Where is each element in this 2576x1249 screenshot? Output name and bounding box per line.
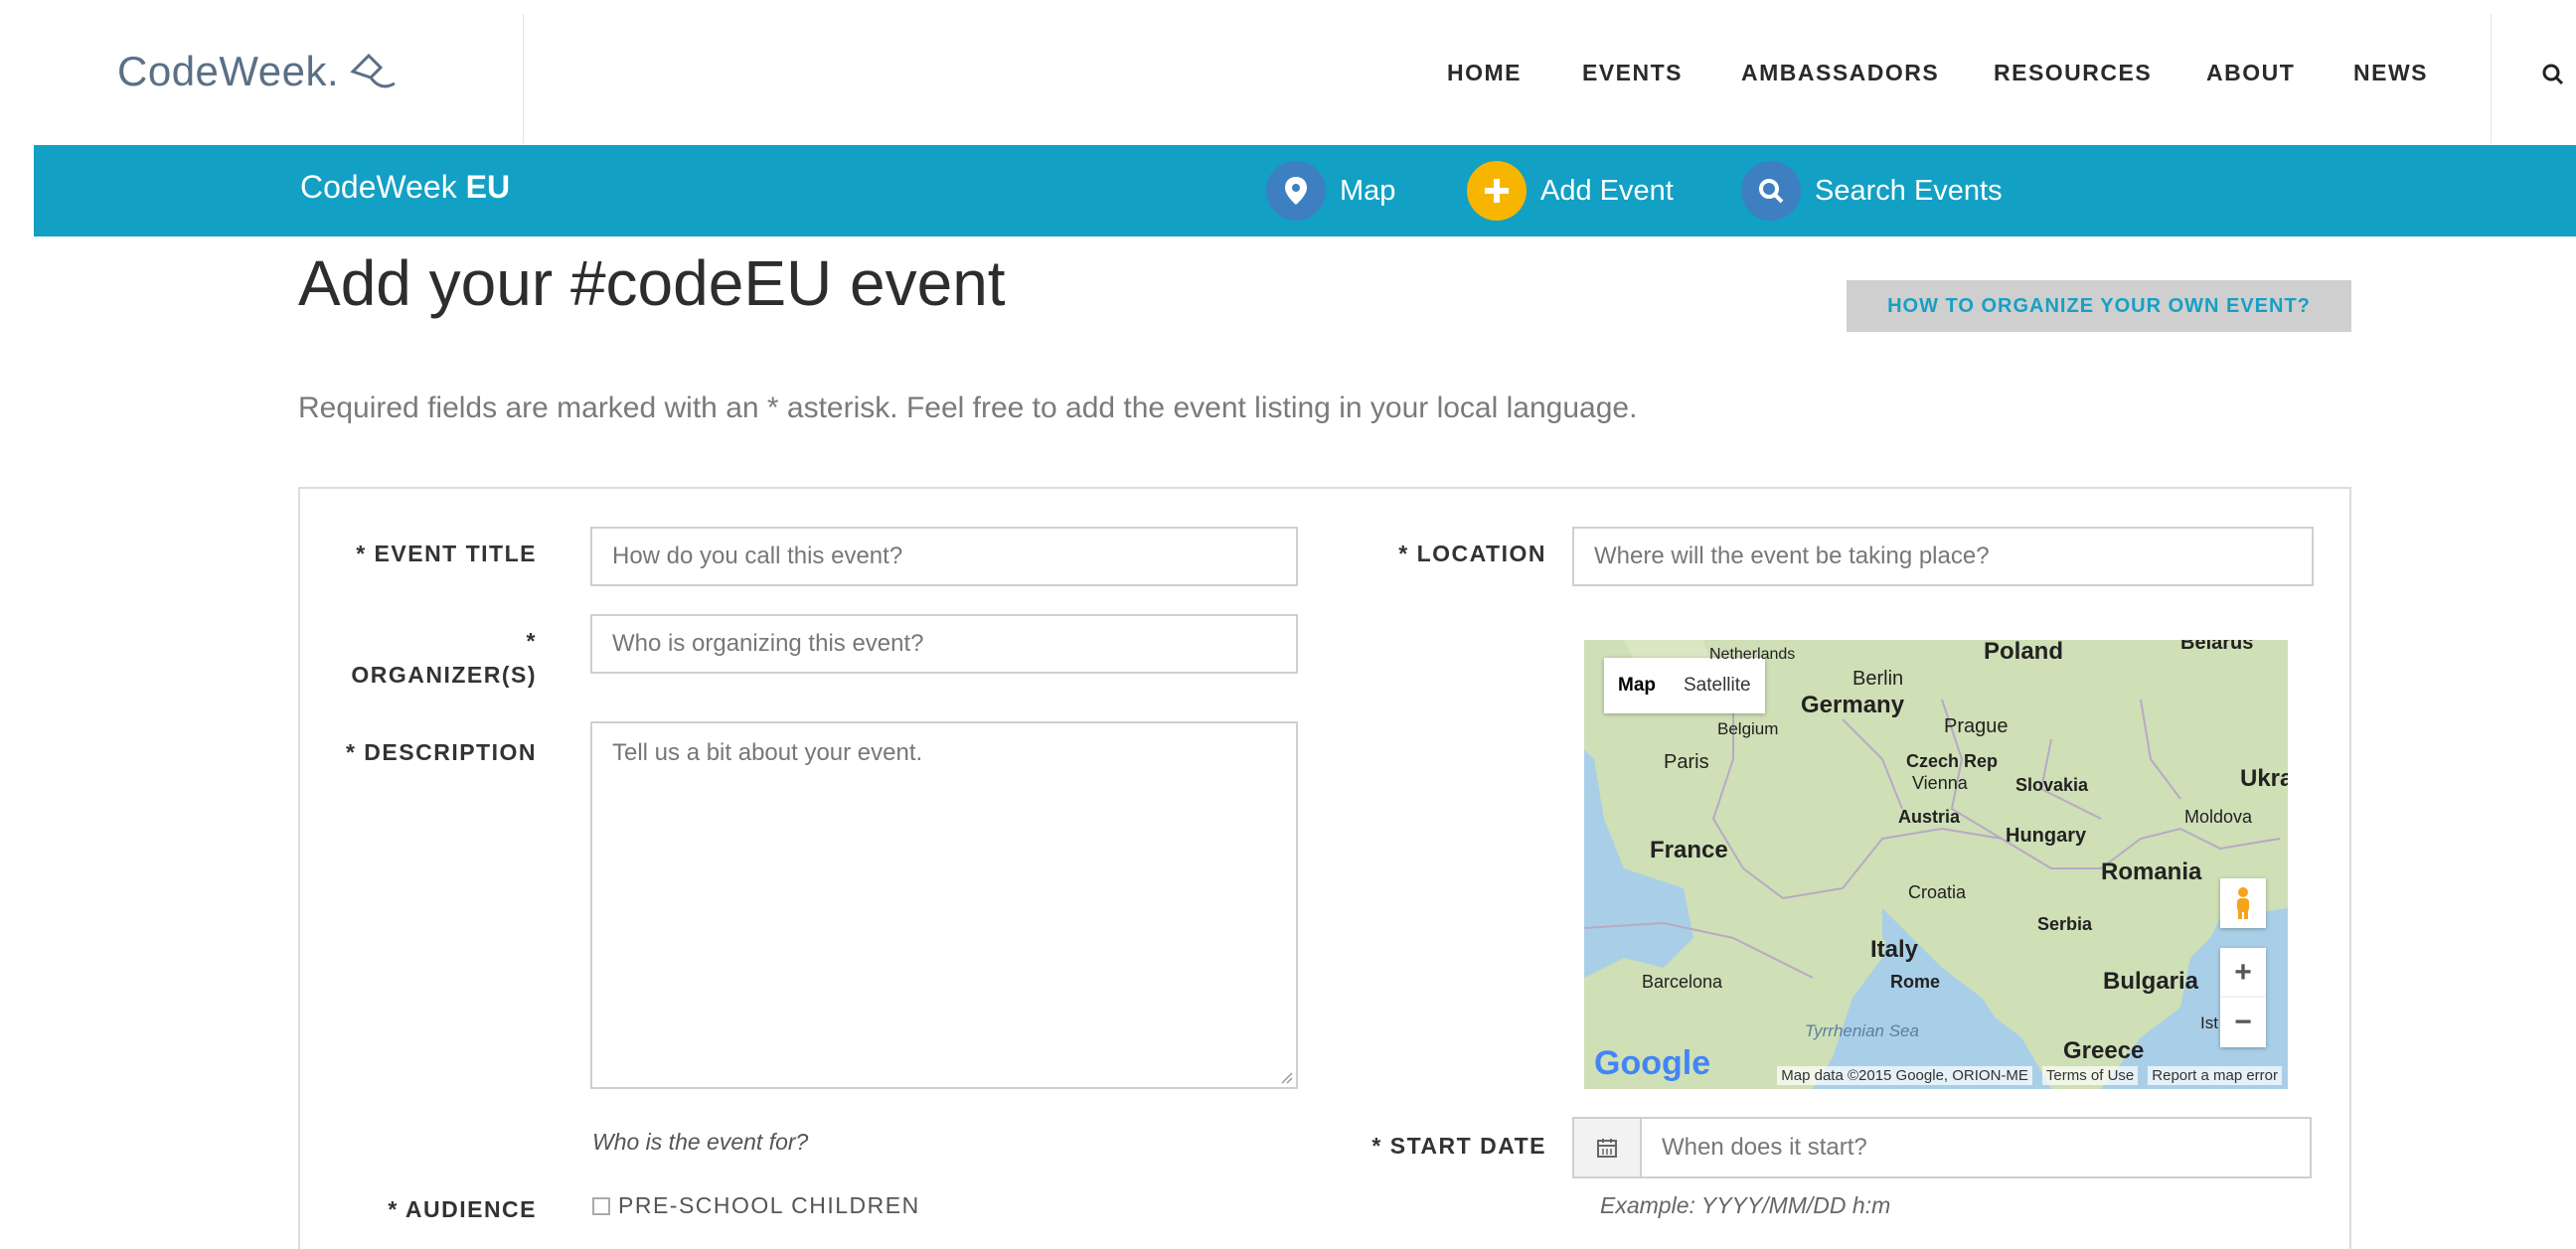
- start-date-example: Example: YYYY/MM/DD h:m: [1600, 1192, 1891, 1218]
- map-type-map[interactable]: Map: [1604, 658, 1670, 713]
- map-label-italy: Italy: [1870, 936, 1919, 963]
- map-report-error-link[interactable]: Report a map error: [2148, 1065, 2282, 1085]
- map-label-paris: Paris: [1664, 751, 1709, 773]
- sub-navigation-bar: CodeWeek EU Map Add Event Search Events: [34, 145, 2576, 236]
- map-label-serbia: Serbia: [2037, 914, 2093, 934]
- menu-news[interactable]: NEWS: [2353, 60, 2428, 86]
- location-map[interactable]: Map Satellite Netherlands Poland Belarus…: [1584, 640, 2288, 1089]
- search-icon[interactable]: [2540, 62, 2568, 89]
- menu-events[interactable]: EVENTS: [1582, 60, 1683, 86]
- menu-divider: [2491, 14, 2492, 143]
- logo-text: CodeWeek.: [117, 48, 340, 94]
- map-type-control: Map Satellite: [1604, 658, 1765, 713]
- required-fields-intro: Required fields are marked with an * ast…: [298, 391, 1638, 424]
- map-label-czech: Czech Rep: [1906, 751, 1999, 771]
- menu-about[interactable]: ABOUT: [2206, 60, 2295, 86]
- map-label-barcelona: Barcelona: [1642, 972, 1723, 992]
- map-label-rome: Rome: [1890, 972, 1941, 992]
- resize-grip-icon[interactable]: [1280, 1071, 1294, 1085]
- search-icon: [1741, 161, 1801, 221]
- description-label: * DESCRIPTION: [345, 739, 537, 765]
- map-label-poland: Poland: [1984, 640, 2064, 665]
- map-terms-link[interactable]: Terms of Use: [2041, 1065, 2139, 1085]
- map-label-berlin: Berlin: [1852, 668, 1904, 690]
- description-textarea[interactable]: Tell us a bit about your event.: [590, 721, 1298, 1089]
- logo-mark-icon: [350, 53, 396, 88]
- map-zoom-out-button[interactable]: −: [2220, 998, 2266, 1047]
- map-label-france: France: [1650, 837, 1728, 863]
- subnav-search-events[interactable]: Search Events: [1741, 161, 2003, 221]
- page-title: Add your #codeEU event: [298, 247, 1006, 319]
- street-view-pegman-icon[interactable]: [2220, 878, 2266, 928]
- description-placeholder: Tell us a bit about your event.: [612, 739, 923, 766]
- map-label-belarus: Belarus: [2180, 640, 2254, 654]
- map-label-vienna: Vienna: [1912, 773, 1968, 793]
- organizer-label: ORGANIZER(S): [351, 662, 537, 688]
- menu-home[interactable]: HOME: [1447, 60, 1522, 86]
- brand-light: CodeWeek: [300, 169, 457, 205]
- location-input[interactable]: Where will the event be taking place?: [1572, 527, 2314, 586]
- subnav-add-event-label: Add Event: [1540, 174, 1674, 207]
- subnav-map-label: Map: [1340, 174, 1396, 207]
- map-label-hungary: Hungary: [2006, 825, 2087, 847]
- event-title-input[interactable]: How do you call this event?: [590, 527, 1298, 586]
- subnav-search-events-label: Search Events: [1815, 174, 2003, 207]
- map-label-ukraine: Ukra: [2240, 765, 2288, 792]
- subbar-brand[interactable]: CodeWeek EU: [300, 169, 510, 206]
- menu-ambassadors[interactable]: AMBASSADORS: [1741, 60, 1939, 86]
- location-label: * LOCATION: [1398, 541, 1546, 566]
- map-label-istanbul: Ist: [2200, 1014, 2218, 1032]
- menu-resources[interactable]: RESOURCES: [1994, 60, 2152, 86]
- map-label-germany: Germany: [1801, 692, 1905, 718]
- organizer-input[interactable]: Who is organizing this event?: [590, 614, 1298, 674]
- map-label-prague: Prague: [1944, 715, 2009, 737]
- audience-label: * AUDIENCE: [388, 1196, 537, 1222]
- map-label-austria: Austria: [1898, 807, 1961, 827]
- map-label-romania: Romania: [2101, 859, 2202, 885]
- subnav-map[interactable]: Map: [1266, 161, 1395, 221]
- plus-icon: [1467, 161, 1527, 221]
- map-label-moldova: Moldova: [2184, 807, 2253, 827]
- audience-hint: Who is the event for?: [592, 1129, 809, 1155]
- map-zoom-in-button[interactable]: +: [2220, 948, 2266, 998]
- organizer-label-asterisk: *: [526, 628, 537, 654]
- logo-divider: [523, 14, 524, 143]
- map-label-belgium: Belgium: [1717, 719, 1779, 738]
- event-title-label: * EVENT TITLE: [356, 541, 537, 566]
- start-date-input[interactable]: When does it start?: [1640, 1117, 2312, 1178]
- map-type-satellite[interactable]: Satellite: [1670, 658, 1765, 713]
- map-pin-icon: [1266, 161, 1326, 221]
- map-label-bulgaria: Bulgaria: [2103, 968, 2199, 995]
- map-data-attribution: Map data ©2015 Google, ORION-ME: [1777, 1065, 2032, 1085]
- codeweek-logo[interactable]: CodeWeek.: [117, 44, 402, 99]
- how-to-organize-button[interactable]: HOW TO ORGANIZE YOUR OWN EVENT?: [1847, 280, 2351, 332]
- brand-bold: EU: [465, 169, 511, 205]
- preschool-label: PRE-SCHOOL CHILDREN: [618, 1192, 920, 1218]
- map-label-slovakia: Slovakia: [2015, 775, 2089, 795]
- calendar-icon[interactable]: [1572, 1117, 1642, 1178]
- top-navigation: CodeWeek. HOME EVENTS AMBASSADORS RESOUR…: [0, 0, 2576, 145]
- map-label-netherlands: Netherlands: [1709, 646, 1796, 663]
- subnav-add-event[interactable]: Add Event: [1467, 161, 1674, 221]
- map-footer: Map data ©2015 Google, ORION-ME Terms of…: [1584, 1061, 2288, 1089]
- map-label-tyrrhenian: Tyrrhenian Sea: [1805, 1021, 1919, 1040]
- start-date-label: * START DATE: [1371, 1133, 1546, 1159]
- audience-option-preschool[interactable]: PRE-SCHOOL CHILDREN: [592, 1192, 920, 1219]
- preschool-checkbox[interactable]: [592, 1196, 610, 1215]
- map-label-croatia: Croatia: [1908, 882, 1967, 902]
